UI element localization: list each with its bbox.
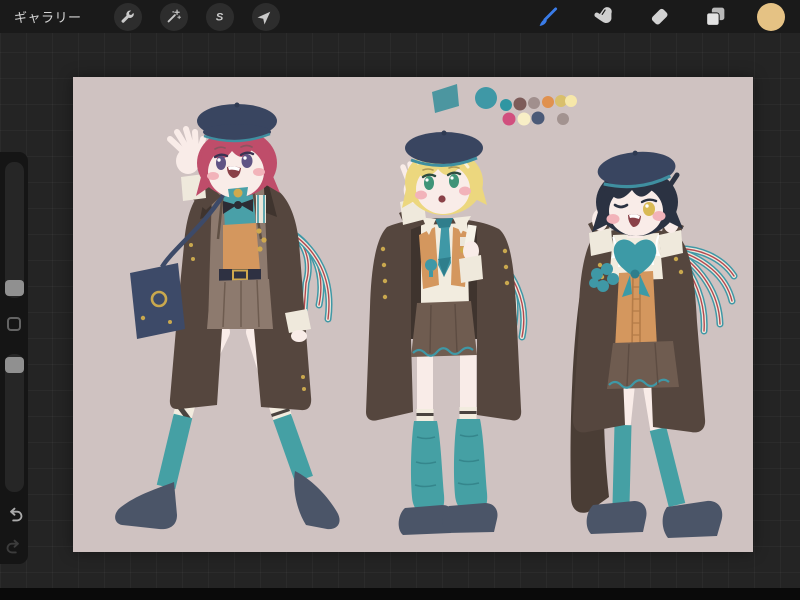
character-illustration-3 xyxy=(570,150,738,538)
brush-sidebar xyxy=(0,152,28,564)
toolbar-right-group xyxy=(506,2,786,32)
redo-icon xyxy=(6,539,19,554)
smudge-tool-button[interactable] xyxy=(588,2,618,32)
redo-button[interactable] xyxy=(4,538,25,562)
opacity-handle[interactable] xyxy=(5,357,24,373)
character-illustration-1 xyxy=(115,102,340,530)
smudge-finger-icon xyxy=(593,7,612,23)
magic-wand-icon xyxy=(167,9,182,23)
svg-text:S: S xyxy=(216,11,224,23)
procreate-window: ギャラリー S xyxy=(0,0,800,600)
transform-button[interactable] xyxy=(251,2,280,31)
brush-icon xyxy=(539,6,558,26)
painted-palette-swatches xyxy=(432,84,577,126)
layers-icon xyxy=(705,7,724,26)
bottom-home-bar xyxy=(0,588,800,600)
selection-button[interactable]: S xyxy=(205,2,234,31)
undo-button[interactable] xyxy=(4,506,25,530)
current-color-icon xyxy=(757,2,785,31)
adjustments-button[interactable] xyxy=(159,2,188,31)
opacity-slider[interactable] xyxy=(5,354,24,492)
transform-arrow-icon xyxy=(257,11,271,25)
wrench-icon xyxy=(121,10,134,23)
brush-size-slider[interactable] xyxy=(5,162,24,298)
brush-size-handle[interactable] xyxy=(5,280,24,296)
color-swatch-button[interactable] xyxy=(756,2,786,32)
undo-icon xyxy=(10,507,23,522)
artwork-illustration xyxy=(115,84,738,538)
eraser-icon xyxy=(651,8,667,25)
actions-button[interactable] xyxy=(113,2,142,31)
selection-s-icon: S xyxy=(216,11,224,23)
erase-tool-button[interactable] xyxy=(644,2,674,32)
character-illustration-2 xyxy=(366,130,528,535)
top-toolbar: ギャラリー S xyxy=(0,0,800,33)
paint-tool-button[interactable] xyxy=(532,2,562,32)
toolbar-left-group: ギャラリー S xyxy=(0,2,280,31)
drawing-canvas[interactable] xyxy=(73,77,753,552)
layers-button[interactable] xyxy=(700,2,730,32)
gallery-button[interactable]: ギャラリー xyxy=(0,7,96,26)
modify-button[interactable] xyxy=(7,317,21,331)
